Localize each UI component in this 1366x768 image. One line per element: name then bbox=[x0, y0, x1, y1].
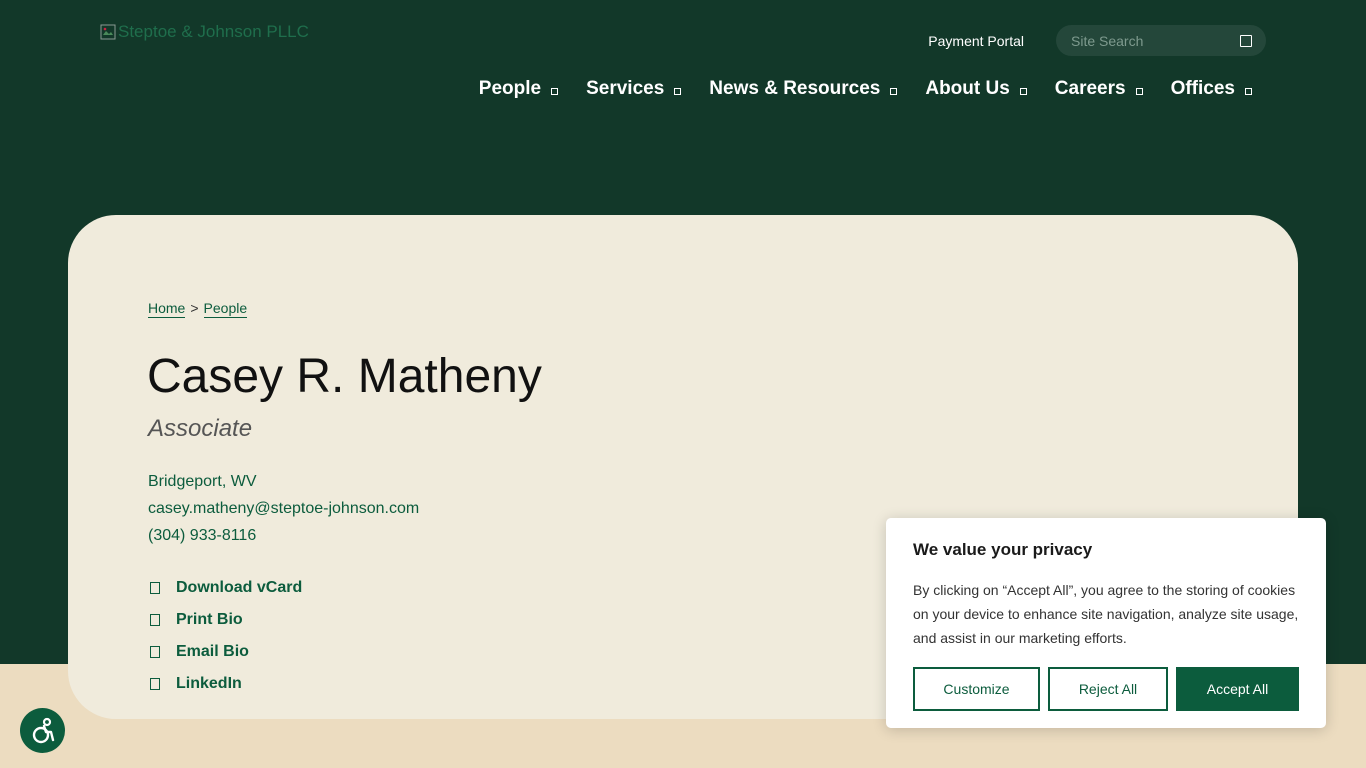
print-bio-link[interactable]: Print Bio bbox=[150, 610, 302, 630]
linkedin-link[interactable]: LinkedIn bbox=[150, 674, 302, 694]
cookie-title: We value your privacy bbox=[913, 540, 1093, 559]
nav-label: News & Resources bbox=[709, 78, 881, 99]
chevron-down-icon bbox=[674, 87, 682, 95]
chevron-down-icon bbox=[551, 87, 559, 95]
chevron-down-icon bbox=[890, 87, 898, 95]
main-nav: People Services News & Resources About U… bbox=[479, 78, 1252, 100]
chevron-down-icon bbox=[1135, 87, 1143, 95]
email-link[interactable]: casey.matheny@steptoe-johnson.com bbox=[148, 499, 419, 518]
payment-portal-link[interactable]: Payment Portal bbox=[928, 33, 1024, 49]
nav-label: About Us bbox=[925, 78, 1010, 99]
logo[interactable]: Steptoe & Johnson PLLC bbox=[100, 22, 309, 42]
download-vcard-link[interactable]: Download vCard bbox=[150, 578, 302, 598]
action-label: Print Bio bbox=[176, 611, 243, 628]
logo-alt-text: Steptoe & Johnson PLLC bbox=[118, 22, 309, 41]
accessibility-icon bbox=[32, 717, 54, 743]
cookie-buttons: Customize Reject All Accept All bbox=[913, 667, 1299, 711]
chevron-down-icon bbox=[1245, 87, 1252, 95]
email-icon bbox=[150, 646, 160, 658]
print-icon bbox=[150, 614, 160, 626]
reject-all-button[interactable]: Reject All bbox=[1048, 667, 1168, 711]
breadcrumb: Home > People bbox=[148, 300, 248, 318]
action-label: LinkedIn bbox=[176, 675, 242, 692]
nav-news-resources[interactable]: News & Resources bbox=[709, 78, 898, 100]
accept-all-button[interactable]: Accept All bbox=[1176, 667, 1299, 711]
nav-people[interactable]: People bbox=[478, 78, 559, 100]
cookie-text: By clicking on “Accept All”, you agree t… bbox=[913, 582, 1299, 646]
nav-offices[interactable]: Offices bbox=[1171, 78, 1252, 100]
phone-link[interactable]: (304) 933-8116 bbox=[148, 526, 419, 545]
broken-image-icon bbox=[100, 24, 116, 40]
email-bio-link[interactable]: Email Bio bbox=[150, 642, 302, 662]
office-location-link[interactable]: Bridgeport, WV bbox=[148, 472, 419, 491]
chevron-down-icon bbox=[1019, 87, 1027, 95]
breadcrumb-separator: > bbox=[190, 300, 199, 316]
breadcrumb-home[interactable]: Home bbox=[148, 300, 186, 318]
action-label: Download vCard bbox=[176, 579, 303, 596]
job-title: Associate bbox=[148, 415, 253, 442]
nav-label: Services bbox=[586, 78, 665, 99]
vcard-icon bbox=[150, 582, 160, 594]
search-input[interactable] bbox=[1071, 32, 1231, 49]
cookie-consent-dialog: We value your privacy By clicking on “Ac… bbox=[886, 518, 1326, 728]
breadcrumb-people[interactable]: People bbox=[203, 300, 248, 318]
nav-label: People bbox=[478, 78, 542, 99]
linkedin-icon bbox=[150, 678, 160, 690]
nav-careers[interactable]: Careers bbox=[1055, 78, 1143, 100]
nav-services[interactable]: Services bbox=[586, 78, 682, 100]
accessibility-button[interactable] bbox=[20, 708, 65, 753]
customize-button[interactable]: Customize bbox=[913, 667, 1040, 711]
utility-bar: Payment Portal bbox=[928, 25, 1266, 56]
bio-actions: Download vCard Print Bio Email Bio Linke… bbox=[150, 578, 302, 694]
search-icon[interactable] bbox=[1240, 34, 1252, 47]
page-title: Casey R. Matheny bbox=[147, 350, 542, 403]
nav-about-us[interactable]: About Us bbox=[925, 78, 1027, 100]
action-label: Email Bio bbox=[176, 643, 249, 660]
site-search bbox=[1056, 25, 1266, 56]
nav-label: Careers bbox=[1054, 78, 1126, 99]
nav-label: Offices bbox=[1170, 78, 1235, 99]
contact-info: Bridgeport, WV casey.matheny@steptoe-joh… bbox=[148, 472, 419, 545]
